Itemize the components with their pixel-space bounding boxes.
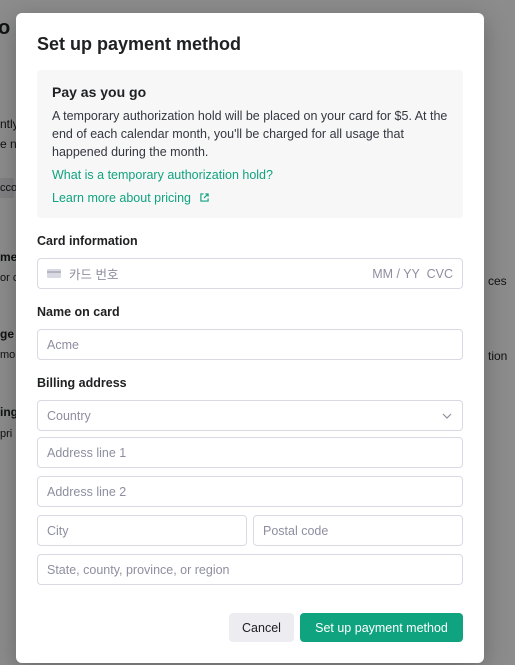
pricing-link[interactable]: Learn more about pricing [52,191,210,205]
card-information-label: Card information [37,234,138,248]
city-input[interactable]: City [37,515,247,546]
postal-code-input[interactable]: Postal code [253,515,463,546]
expiry-cvc-placeholder: MM / YY CVC [372,266,453,281]
address-line-2-input[interactable]: Address line 2 [37,476,463,507]
address-line-1-placeholder: Address line 1 [47,445,127,460]
dialog-title: Set up payment method [37,34,242,54]
card-number-placeholder: 카드 번호 [69,268,119,282]
state-region-input[interactable]: State, county, province, or region [37,554,463,585]
cancel-button-label: Cancel [242,620,281,635]
cancel-button[interactable]: Cancel [229,613,294,642]
credit-card-icon [47,269,61,278]
postal-code-placeholder: Postal code [263,523,329,538]
name-on-card-input[interactable]: Acme [37,329,463,360]
info-body: A temporary authorization hold will be p… [52,109,448,159]
authorization-hold-link-label: What is a temporary authorization hold? [52,168,273,182]
name-on-card-placeholder: Acme [47,337,79,352]
authorization-hold-link[interactable]: What is a temporary authorization hold? [52,168,273,182]
pay-as-you-go-info: Pay as you go A temporary authorization … [37,70,463,218]
address-line-2-placeholder: Address line 2 [47,484,127,499]
country-select[interactable]: Country [37,400,463,431]
address-line-1-input[interactable]: Address line 1 [37,437,463,468]
card-number-input[interactable]: 카드 번호 MM / YY CVC [37,258,463,289]
billing-address-label: Billing address [37,376,127,390]
payment-method-dialog: Set up payment method Pay as you go A te… [16,13,484,663]
chevron-down-icon [442,413,452,419]
setup-payment-method-label: Set up payment method [315,620,448,635]
country-placeholder: Country [47,408,91,423]
state-region-placeholder: State, county, province, or region [47,562,230,577]
name-on-card-label: Name on card [37,305,120,319]
pricing-link-label: Learn more about pricing [52,191,191,205]
setup-payment-method-button[interactable]: Set up payment method [300,613,463,642]
city-placeholder: City [47,523,69,538]
info-heading: Pay as you go [52,84,147,100]
external-link-icon [200,193,210,202]
